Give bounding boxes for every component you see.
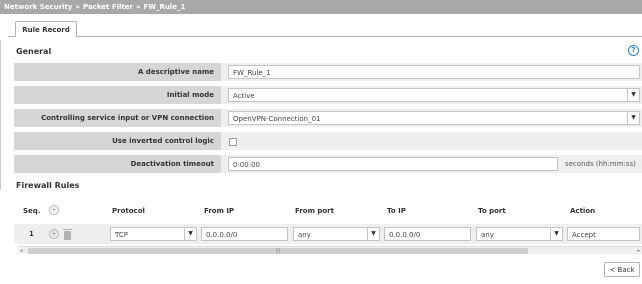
from-port-value: any	[298, 231, 311, 239]
breadcrumb-item-network-security[interactable]: Network Security	[4, 3, 72, 11]
controlling-service-label: Controlling service input or VPN connect…	[14, 109, 221, 128]
trash-icon[interactable]	[63, 229, 72, 240]
initial-mode-select[interactable]: Active ▼	[228, 88, 640, 102]
descriptive-name-label: A descriptive name	[14, 63, 221, 82]
inverted-logic-label: Use inverted control logic	[14, 132, 221, 151]
from-ip-input[interactable]: 0.0.0.0/0	[201, 227, 288, 241]
controlling-service-value: OpenVPN-Connection_01	[233, 115, 321, 123]
tab-divider	[8, 36, 642, 37]
action-select[interactable]: Accept	[567, 227, 640, 241]
col-header-from-port: From port	[295, 207, 334, 215]
chevron-down-icon[interactable]: ▼	[627, 112, 639, 124]
tab-rule-record[interactable]: Rule Record	[15, 21, 77, 37]
chevron-down-icon[interactable]: ▼	[367, 228, 379, 240]
descriptive-name-input[interactable]: FW_Rule_1	[228, 65, 640, 79]
horizontal-scrollbar[interactable]: ◂ ||| ▸	[18, 246, 642, 254]
col-header-protocol: Protocol	[112, 207, 145, 215]
left-edge-border	[0, 40, 2, 190]
initial-mode-value: Active	[233, 92, 255, 100]
col-header-action: Action	[570, 207, 596, 215]
breadcrumb: Network Security» Packet Filter» FW_Rule_1	[0, 0, 642, 14]
deactivation-timeout-input[interactable]: 0:00:00	[228, 157, 558, 171]
add-rule-icon[interactable]: +	[49, 205, 59, 215]
row-inverted-logic: Use inverted control logic	[14, 132, 642, 151]
col-header-to-ip: To IP	[387, 207, 406, 215]
firewall-rules-title: Firewall Rules	[16, 181, 80, 190]
protocol-value: TCP	[115, 231, 128, 239]
deactivation-timeout-label: Deactivation timeout	[14, 155, 221, 174]
scroll-left-icon[interactable]: ◂	[20, 247, 23, 255]
scroll-right-icon[interactable]: ▸	[637, 247, 640, 255]
chevron-down-icon[interactable]: ▼	[550, 228, 562, 240]
timeout-unit-label: seconds (hh:mm:ss)	[565, 160, 636, 168]
insert-rule-icon[interactable]: +	[49, 229, 59, 239]
to-port-value: any	[481, 231, 494, 239]
breadcrumb-separator: »	[135, 3, 141, 11]
protocol-select[interactable]: TCP ▼	[110, 227, 197, 241]
general-section-title: General	[16, 47, 52, 56]
col-header-from-ip: From IP	[204, 207, 235, 215]
from-port-select[interactable]: any ▼	[293, 227, 380, 241]
inverted-logic-checkbox[interactable]	[229, 138, 237, 146]
value-cell	[221, 132, 642, 151]
to-port-select[interactable]: any ▼	[476, 227, 563, 241]
scrollbar-thumb[interactable]: |||	[28, 248, 528, 254]
initial-mode-label: Initial mode	[14, 86, 221, 105]
help-icon[interactable]: ?	[628, 45, 639, 56]
to-ip-input[interactable]: 0.0.0.0/0	[384, 227, 471, 241]
controlling-service-select[interactable]: OpenVPN-Connection_01 ▼	[228, 111, 640, 125]
breadcrumb-item-current: FW_Rule_1	[143, 3, 186, 11]
chevron-down-icon[interactable]: ▼	[184, 228, 196, 240]
back-button[interactable]: < Back	[604, 262, 640, 277]
chevron-down-icon[interactable]: ▼	[627, 89, 639, 101]
rule-seq: 1	[29, 230, 34, 238]
col-header-seq: Seq.	[23, 207, 41, 215]
breadcrumb-separator: »	[75, 3, 80, 11]
col-header-to-port: To port	[478, 207, 506, 215]
breadcrumb-item-packet-filter[interactable]: Packet Filter	[83, 3, 133, 11]
